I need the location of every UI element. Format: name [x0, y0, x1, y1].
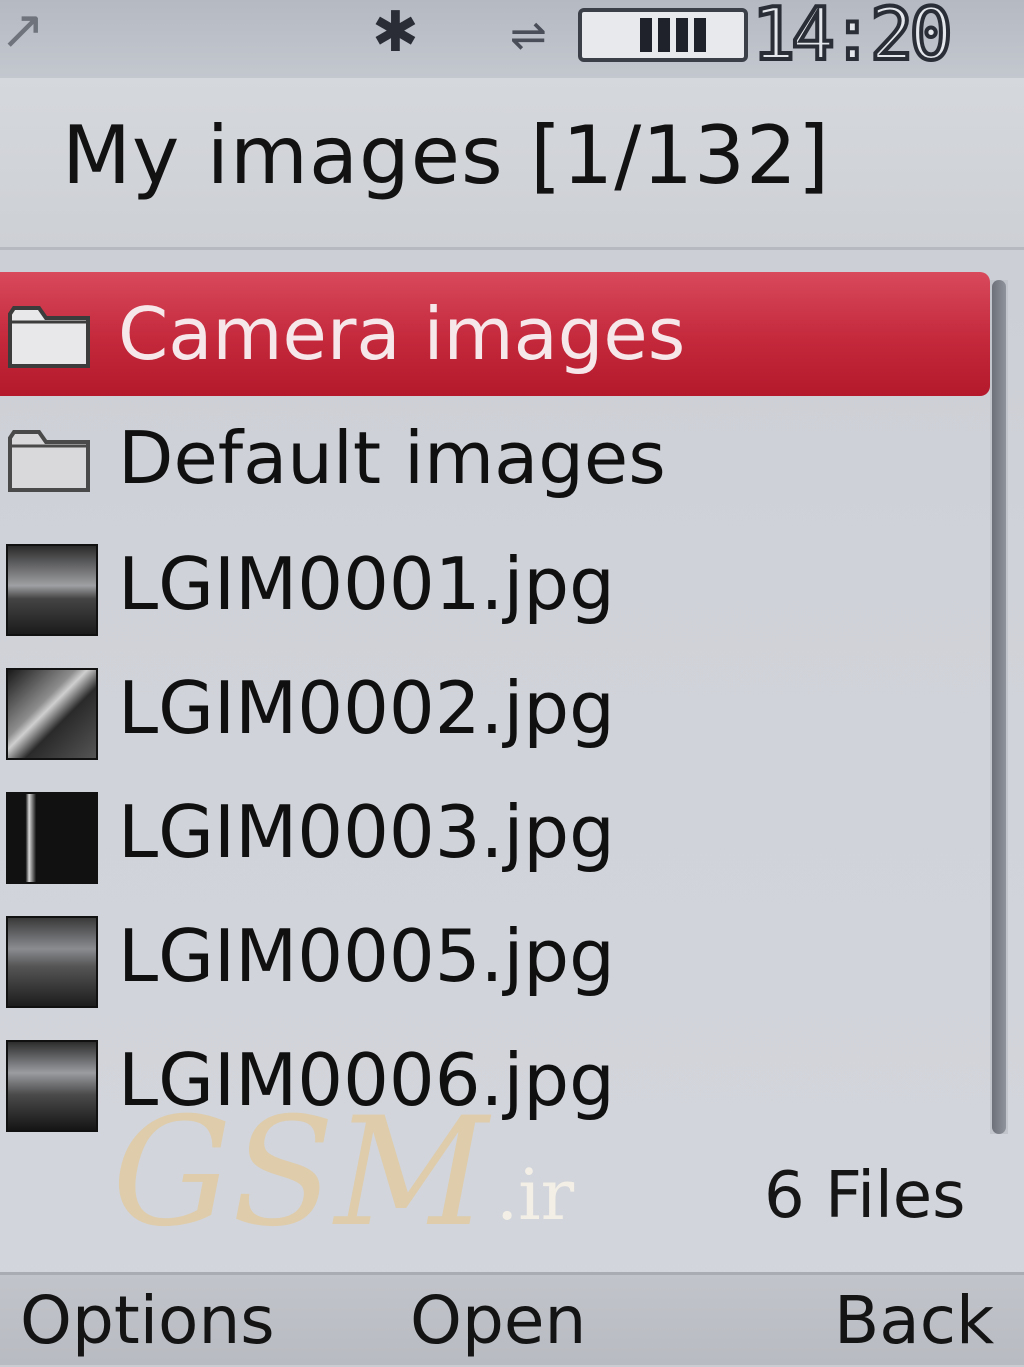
usb-icon: ⇌ [510, 10, 547, 61]
battery-icon [578, 8, 748, 62]
image-thumbnail [6, 916, 98, 1008]
watermark-logo: GSM .ir [112, 1088, 612, 1258]
list-item-label: LGIM0002.jpg [118, 666, 615, 750]
list-item-label: LGIM0005.jpg [118, 914, 615, 998]
watermark-text: GSM [112, 1086, 489, 1260]
clock: 14:20 [750, 0, 955, 76]
signal-strength-icon: ↗ [0, 0, 46, 61]
list-item-lgim0003[interactable]: LGIM0003.jpg [0, 770, 990, 894]
list-item-label: LGIM0001.jpg [118, 542, 615, 626]
list-item-default-images[interactable]: Default images [0, 396, 990, 520]
folder-icon [8, 430, 90, 492]
battery-level-bars [640, 18, 712, 52]
image-thumbnail [6, 1040, 98, 1132]
open-button[interactable]: Open [410, 1275, 586, 1367]
options-button[interactable]: Options [20, 1275, 275, 1367]
file-count: 6 Files [764, 1159, 966, 1233]
list-item-label: Camera images [118, 292, 686, 376]
file-list: Camera images Default images LGIM0001.jp… [0, 272, 990, 1142]
softkey-bar: Options Open Back [0, 1272, 1024, 1365]
scrollbar-thumb[interactable] [992, 280, 1006, 1134]
image-thumbnail [6, 792, 98, 884]
list-item-camera-images[interactable]: Camera images [0, 272, 990, 396]
list-item-lgim0005[interactable]: LGIM0005.jpg [0, 894, 990, 1018]
list-item-label: Default images [118, 416, 666, 500]
list-item-label: LGIM0003.jpg [118, 790, 615, 874]
list-item-lgim0002[interactable]: LGIM0002.jpg [0, 646, 990, 770]
scrollbar[interactable] [990, 280, 1008, 1134]
image-thumbnail [6, 668, 98, 760]
image-thumbnail [6, 544, 98, 636]
back-button[interactable]: Back [834, 1275, 994, 1367]
title-bar: My images [1/132] [0, 78, 1024, 250]
page-title: My images [1/132] [62, 109, 831, 202]
list-item-lgim0001[interactable]: LGIM0001.jpg [0, 522, 990, 646]
folder-icon [8, 306, 90, 368]
bluetooth-icon: ✱ [372, 0, 419, 65]
watermark-suffix: .ir [496, 1154, 575, 1236]
status-bar: ↗ ✱ ⇌ 14:20 [0, 0, 1024, 78]
